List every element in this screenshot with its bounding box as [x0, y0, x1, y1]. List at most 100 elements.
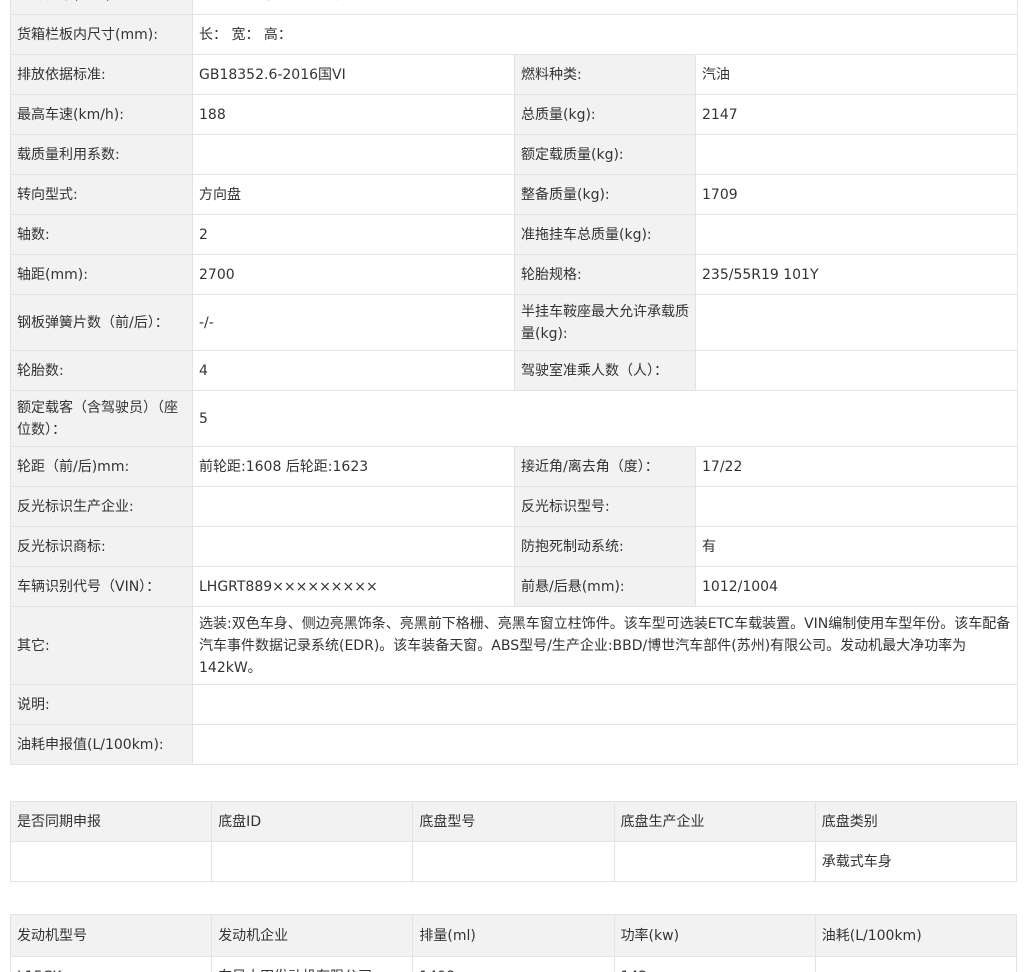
spec-value: 长： 宽： 高： [191, 14, 1019, 55]
spec-label: 接近角/离去角（度）： [514, 446, 696, 487]
spec-value [694, 294, 1019, 351]
table-row: 承载式车身 [9, 841, 1018, 882]
spec-label: 半挂车鞍座最大允许承载质量(kg): [514, 294, 696, 351]
spec-label: 反光标识商标: [10, 526, 193, 567]
spec-value [694, 350, 1019, 391]
spec-row-load-utilization: 载质量利用系数: 额定载质量(kg): [10, 134, 1019, 175]
spec-row-notes: 说明: [10, 684, 1019, 725]
spec-row-track: 轮距（前/后)mm: 前轮距:1608 后轮距:1623 接近角/离去角（度）：… [10, 446, 1019, 487]
spec-value: GB18352.6-2016国VI [192, 54, 515, 95]
spec-label: 轮胎规格: [514, 254, 696, 295]
spec-label: 燃料种类: [514, 54, 696, 95]
spec-value: 长：4745 宽：1903 高：1664 [191, 0, 1019, 15]
spec-label: 载质量利用系数: [10, 134, 193, 175]
spec-value: 4 [192, 350, 515, 391]
spec-label: 货箱栏板内尺寸(mm): [10, 14, 193, 55]
spec-value: 选装:双色车身、侧边亮黑饰条、亮黑前下格栅、亮黑车窗立柱饰件。该车型可选装ETC… [191, 606, 1019, 685]
spec-value: 1709 [694, 174, 1019, 215]
spec-label: 排放依据标准: [10, 54, 193, 95]
engine-header-row: 发动机型号 发动机企业 排量(ml) 功率(kw) 油耗(L/100km) [9, 914, 1018, 957]
spec-label: 轮距（前/后)mm: [10, 446, 193, 487]
spec-value: LHGRT889××××××××× [192, 566, 515, 607]
table-cell: 承载式车身 [814, 841, 1018, 882]
chassis-table: 是否同期申报 底盘ID 底盘型号 底盘生产企业 底盘类别 承载式车身 [9, 801, 1018, 882]
spec-row-max-speed: 最高车速(km/h): 188 总质量(kg): 2147 [10, 94, 1019, 135]
spec-label: 钢板弹簧片数（前/后）： [10, 294, 193, 351]
spec-label: 轮胎数: [10, 350, 193, 391]
table-cell [412, 841, 615, 882]
spec-label: 前悬/后悬(mm): [514, 566, 696, 607]
spec-row-tires: 轮胎数: 4 驾驶室准乘人数（人）： [10, 350, 1019, 391]
spec-value: 前轮距:1608 后轮距:1623 [192, 446, 515, 487]
spec-row-reflector-brand: 反光标识商标: 防抱死制动系统: 有 [10, 526, 1019, 567]
spec-label: 额定载质量(kg): [514, 134, 696, 175]
spec-value [192, 134, 515, 175]
column-header: 底盘生产企业 [613, 801, 816, 842]
column-header: 排量(ml) [412, 914, 615, 957]
spec-value [191, 684, 1019, 725]
spec-value [192, 486, 515, 527]
spec-value [694, 134, 1019, 175]
vehicle-spec-table: 外廓尺寸(mm): 长：4745 宽：1903 高：1664 货箱栏板内尺寸(m… [10, 0, 1019, 765]
spec-row-vin: 车辆识别代号（VIN）： LHGRT889××××××××× 前悬/后悬(mm)… [10, 566, 1019, 607]
table-cell [211, 841, 414, 882]
table-cell: L15CK [9, 956, 213, 972]
column-header: 底盘类别 [814, 801, 1018, 842]
table-row: L15CK 东风本田发动机有限公司 1498 142 [9, 956, 1018, 972]
spec-label: 轴距(mm): [10, 254, 193, 295]
vehicle-spec-page: 外廓尺寸(mm): 长：4745 宽：1903 高：1664 货箱栏板内尺寸(m… [0, 0, 1024, 972]
column-header: 发动机企业 [211, 914, 414, 957]
table-cell [9, 841, 213, 882]
spec-label: 准拖挂车总质量(kg): [514, 214, 696, 255]
spec-value [192, 526, 515, 567]
spec-value: 方向盘 [192, 174, 515, 215]
spec-value: 2147 [694, 94, 1019, 135]
column-header: 油耗(L/100km) [814, 914, 1018, 957]
spec-value: 2700 [192, 254, 515, 295]
spec-label: 轴数: [10, 214, 193, 255]
column-header: 是否同期申报 [9, 801, 213, 842]
spec-value [191, 724, 1019, 765]
spec-value: 17/22 [694, 446, 1019, 487]
spec-label: 最高车速(km/h): [10, 94, 193, 135]
column-header: 底盘型号 [412, 801, 615, 842]
spec-label: 油耗申报值(L/100km): [10, 724, 193, 765]
spec-value: 5 [191, 390, 1019, 447]
spec-value: 235/55R19 101Y [694, 254, 1019, 295]
spec-row-steering: 转向型式: 方向盘 整备质量(kg): 1709 [10, 174, 1019, 215]
spec-value: 2 [192, 214, 515, 255]
spec-label: 额定载客（含驾驶员）（座位数）： [10, 390, 193, 447]
spec-label: 整备质量(kg): [514, 174, 696, 215]
table-cell [814, 956, 1018, 972]
spec-row-other: 其它: 选装:双色车身、侧边亮黑饰条、亮黑前下格栅、亮黑车窗立柱饰件。该车型可选… [10, 606, 1019, 685]
spec-label: 反光标识型号: [514, 486, 696, 527]
spec-label: 防抱死制动系统: [514, 526, 696, 567]
spec-value: 有 [694, 526, 1019, 567]
spec-row-reflector-maker: 反光标识生产企业: 反光标识型号: [10, 486, 1019, 527]
spec-value: 188 [192, 94, 515, 135]
spec-row-seating: 额定载客（含驾驶员）（座位数）： 5 [10, 390, 1019, 447]
spec-label: 转向型式: [10, 174, 193, 215]
column-header: 发动机型号 [9, 914, 213, 957]
table-cell [613, 841, 816, 882]
spec-row-emission-standard: 排放依据标准: GB18352.6-2016国VI 燃料种类: 汽油 [10, 54, 1019, 95]
spec-value: 汽油 [694, 54, 1019, 95]
spec-label: 其它: [10, 606, 193, 685]
spec-row-wheelbase: 轴距(mm): 2700 轮胎规格: 235/55R19 101Y [10, 254, 1019, 295]
spec-row-overall-dimensions: 外廓尺寸(mm): 长：4745 宽：1903 高：1664 [10, 0, 1019, 15]
engine-table: 发动机型号 发动机企业 排量(ml) 功率(kw) 油耗(L/100km) L1… [9, 914, 1018, 972]
spec-value: -/- [192, 294, 515, 351]
spec-label: 反光标识生产企业: [10, 486, 193, 527]
spec-row-axles: 轴数: 2 准拖挂车总质量(kg): [10, 214, 1019, 255]
column-header: 底盘ID [211, 801, 414, 842]
table-cell: 东风本田发动机有限公司 [211, 956, 414, 972]
spec-row-cargo-box-dimensions: 货箱栏板内尺寸(mm): 长： 宽： 高： [10, 14, 1019, 55]
chassis-header-row: 是否同期申报 底盘ID 底盘型号 底盘生产企业 底盘类别 [9, 801, 1018, 842]
spec-label: 外廓尺寸(mm): [10, 0, 193, 15]
spec-row-leaf-springs: 钢板弹簧片数（前/后）： -/- 半挂车鞍座最大允许承载质量(kg): [10, 294, 1019, 351]
spec-label: 车辆识别代号（VIN）： [10, 566, 193, 607]
table-cell: 1498 [412, 956, 615, 972]
spec-row-fuel-consumption: 油耗申报值(L/100km): [10, 724, 1019, 765]
column-header: 功率(kw) [613, 914, 816, 957]
spec-value [694, 214, 1019, 255]
